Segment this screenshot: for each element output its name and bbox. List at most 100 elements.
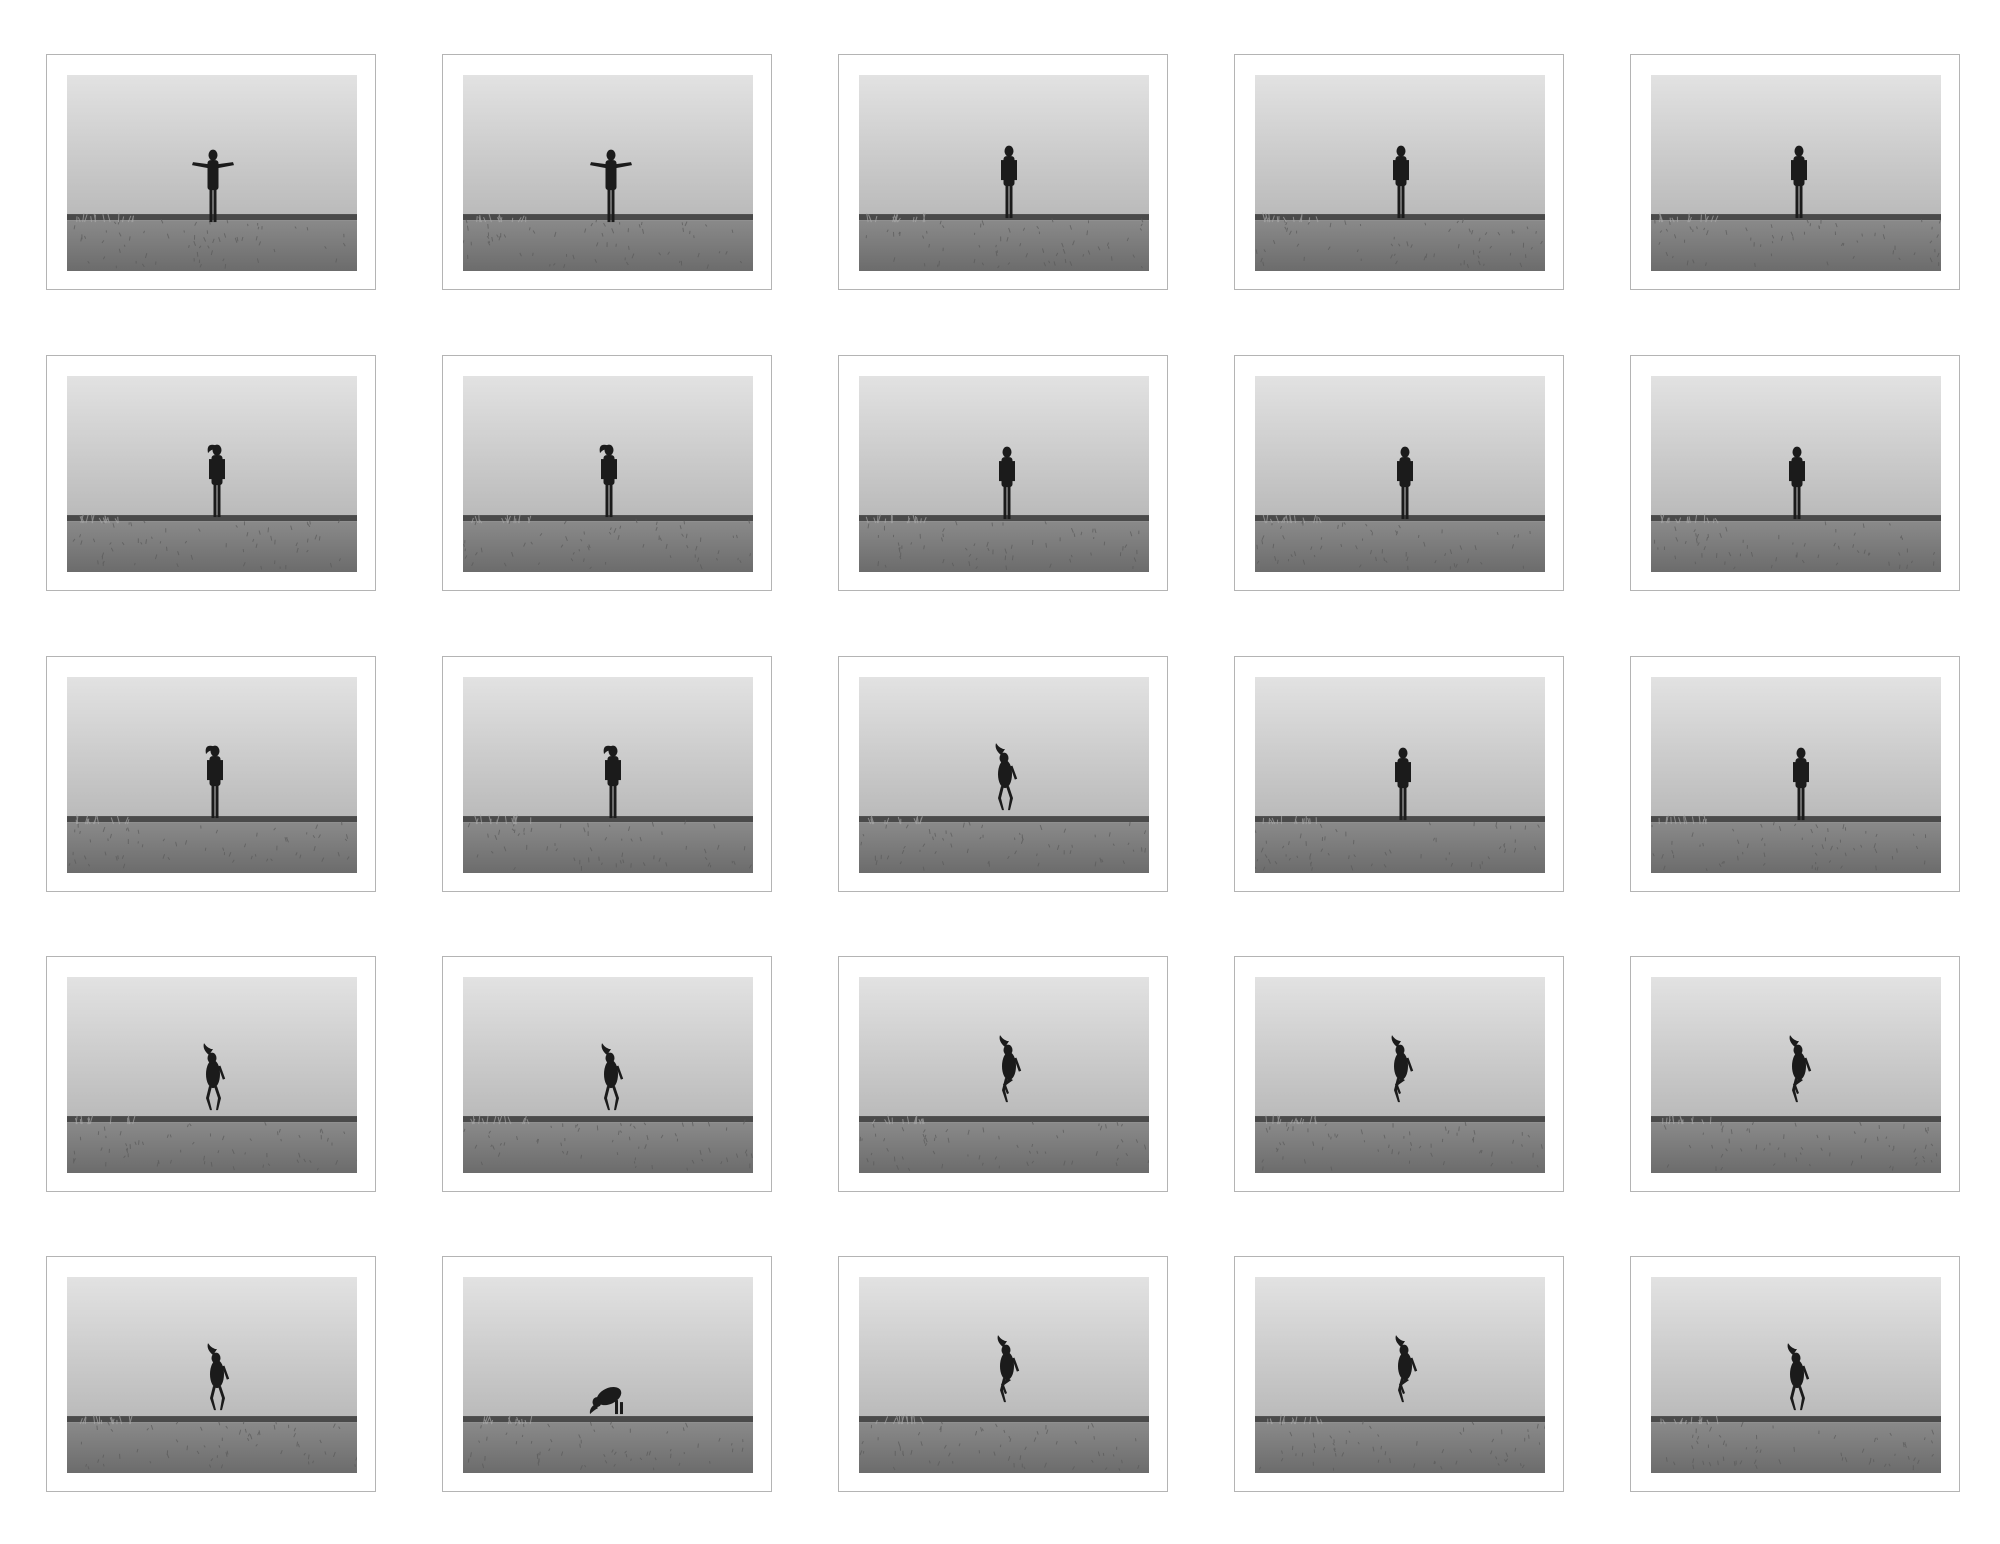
figure-arm bbox=[222, 459, 225, 480]
grass-field bbox=[1651, 1422, 1941, 1473]
photograph bbox=[1255, 75, 1545, 271]
photo-print bbox=[1630, 956, 1960, 1192]
figure-leg bbox=[1799, 184, 1803, 219]
figure-arm bbox=[618, 760, 621, 781]
figure-arm bbox=[1791, 160, 1794, 181]
photo-print bbox=[1630, 355, 1960, 591]
photo-print bbox=[46, 656, 376, 892]
figure-leg bbox=[615, 1400, 618, 1415]
figure-leg bbox=[1399, 786, 1403, 821]
figure-arm bbox=[1406, 160, 1409, 181]
photograph bbox=[463, 1277, 753, 1473]
photograph bbox=[67, 977, 357, 1173]
figure-torso bbox=[1003, 156, 1015, 187]
grass-field bbox=[1651, 220, 1941, 271]
figure-leg bbox=[1405, 485, 1409, 520]
sky bbox=[859, 75, 1149, 221]
photograph bbox=[1651, 376, 1941, 572]
figure-torso bbox=[998, 760, 1012, 789]
figure-torso bbox=[206, 1060, 220, 1089]
sky bbox=[1255, 376, 1545, 522]
treeline bbox=[1651, 1116, 1941, 1123]
figure-leg bbox=[1003, 485, 1007, 520]
figure-arm bbox=[1793, 762, 1796, 783]
photograph bbox=[859, 677, 1149, 873]
figure-leg bbox=[620, 1402, 623, 1415]
treeline bbox=[859, 214, 1149, 221]
figure-arm bbox=[1393, 160, 1396, 181]
figure-leg bbox=[1401, 485, 1405, 520]
figure-head bbox=[1398, 747, 1408, 759]
figure-torso bbox=[1795, 758, 1807, 789]
photo-print bbox=[46, 956, 376, 1192]
grass-field bbox=[1255, 822, 1545, 873]
photo-print bbox=[442, 54, 772, 290]
photograph bbox=[1651, 677, 1941, 873]
photo-print bbox=[1234, 54, 1564, 290]
figure-head bbox=[1400, 446, 1410, 458]
figure-torso bbox=[1000, 1352, 1014, 1381]
photograph bbox=[1651, 1277, 1941, 1473]
photo-print bbox=[838, 54, 1168, 290]
photo-print bbox=[838, 355, 1168, 591]
figure-torso bbox=[207, 160, 219, 191]
photo-print bbox=[46, 54, 376, 290]
figure-torso bbox=[605, 160, 617, 191]
figure-leg bbox=[609, 483, 613, 518]
photograph bbox=[463, 75, 753, 271]
figure-head bbox=[1794, 145, 1804, 157]
figure-arm bbox=[1806, 762, 1809, 783]
figure-head bbox=[1396, 145, 1406, 157]
photograph bbox=[859, 1277, 1149, 1473]
figure-leg bbox=[211, 784, 215, 819]
figure-leg bbox=[1797, 485, 1801, 520]
photo-print bbox=[1630, 54, 1960, 290]
figure-torso bbox=[1793, 156, 1805, 187]
figure-arm bbox=[1001, 160, 1004, 181]
photo-print bbox=[442, 656, 772, 892]
figure-head bbox=[1792, 446, 1802, 458]
photo-print bbox=[1234, 956, 1564, 1192]
photograph bbox=[1255, 1277, 1545, 1473]
grass-field bbox=[1255, 521, 1545, 572]
figure-leg bbox=[1401, 184, 1405, 219]
treeline bbox=[67, 515, 357, 522]
figure-torso bbox=[1792, 1052, 1806, 1081]
treeline bbox=[1651, 1416, 1941, 1423]
figure-leg bbox=[213, 483, 217, 518]
figure-arm bbox=[1802, 461, 1805, 482]
grass-field bbox=[463, 220, 753, 271]
photograph bbox=[67, 677, 357, 873]
figure-arm bbox=[1014, 160, 1017, 181]
figure-arm bbox=[601, 459, 604, 480]
grass-field bbox=[859, 521, 1149, 572]
figure-head bbox=[1004, 145, 1014, 157]
treeline bbox=[1651, 816, 1941, 823]
photo-print bbox=[1630, 1256, 1960, 1492]
figure-torso bbox=[209, 756, 221, 787]
photograph bbox=[1255, 977, 1545, 1173]
figure-arm bbox=[209, 459, 212, 480]
figure-leg bbox=[1793, 485, 1797, 520]
figure-leg bbox=[1797, 786, 1801, 821]
photograph bbox=[463, 977, 753, 1173]
figure-arm bbox=[220, 760, 223, 781]
treeline bbox=[463, 1116, 753, 1123]
figure-leg bbox=[1005, 184, 1009, 219]
figure-leg bbox=[217, 483, 221, 518]
figure-leg bbox=[609, 784, 613, 819]
photograph bbox=[859, 376, 1149, 572]
figure-leg bbox=[1795, 184, 1799, 219]
figure-arm bbox=[1410, 461, 1413, 482]
figure-torso bbox=[1395, 156, 1407, 187]
contact-sheet bbox=[0, 0, 2000, 1544]
figure-torso bbox=[607, 756, 619, 787]
photo-print bbox=[442, 1256, 772, 1492]
figure-arm bbox=[1408, 762, 1411, 783]
grass-field bbox=[463, 1422, 753, 1473]
grass-field bbox=[67, 521, 357, 572]
grass-field bbox=[1651, 521, 1941, 572]
photo-print bbox=[442, 956, 772, 1192]
photograph bbox=[67, 1277, 357, 1473]
photo-print bbox=[838, 656, 1168, 892]
